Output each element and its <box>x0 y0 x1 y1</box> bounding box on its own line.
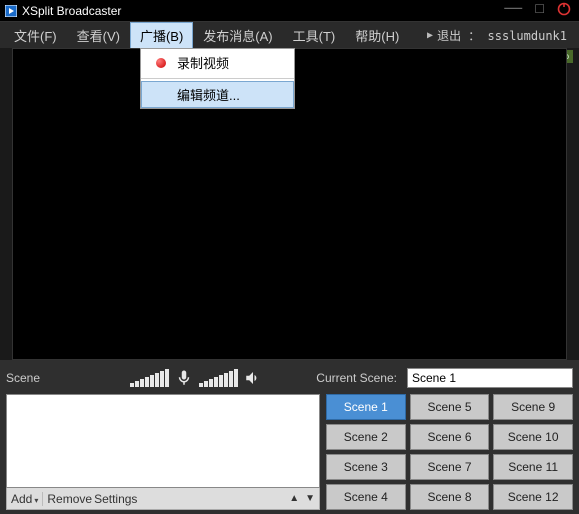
close-button[interactable] <box>557 2 571 19</box>
dropdown-edit-channel[interactable]: 编辑频道... <box>141 81 294 108</box>
titlebar: XSplit Broadcaster — ☐ <box>0 0 579 22</box>
scene-grid: Scene 1 Scene 5 Scene 9 Scene 2 Scene 6 … <box>326 394 573 510</box>
separator <box>42 492 43 506</box>
speaker-icon[interactable] <box>244 369 262 387</box>
menu-view[interactable]: 查看(V) <box>67 22 130 49</box>
dropdown-record-label: 录制视频 <box>177 53 229 72</box>
scene-button-10[interactable]: Scene 10 <box>493 424 573 450</box>
menu-file[interactable]: 文件(F) <box>4 22 67 49</box>
scene-label: Scene <box>6 371 124 385</box>
dropdown-separator <box>141 78 294 79</box>
maximize-button[interactable]: ☐ <box>534 2 545 19</box>
move-up-button[interactable]: ▲ <box>289 493 299 504</box>
scene-button-6[interactable]: Scene 6 <box>410 424 490 450</box>
scene-button-2[interactable]: Scene 2 <box>326 424 406 450</box>
scene-button-12[interactable]: Scene 12 <box>493 484 573 510</box>
window-title: XSplit Broadcaster <box>22 4 504 18</box>
app-icon <box>4 4 18 18</box>
scene-button-3[interactable]: Scene 3 <box>326 454 406 480</box>
record-icon <box>153 55 169 71</box>
menu-help[interactable]: 帮助(H) <box>345 22 409 49</box>
play-icon: ▶ <box>427 30 433 41</box>
menu-exit[interactable]: ▶ 退出 ： ssslumdunk1 <box>419 23 575 48</box>
dropdown-record[interactable]: 录制视频 <box>141 49 294 76</box>
scene-button-5[interactable]: Scene 5 <box>410 394 490 420</box>
reorder-controls: ▲ ▼ <box>289 493 315 504</box>
scene-button-1[interactable]: Scene 1 <box>326 394 406 420</box>
broadcast-dropdown: 录制视频 编辑频道... <box>140 48 295 109</box>
bottom-main: Add▾ Remove Settings ▲ ▼ Scene 1 Scene 5… <box>6 394 573 510</box>
move-down-button[interactable]: ▼ <box>305 493 315 504</box>
scene-button-11[interactable]: Scene 11 <box>493 454 573 480</box>
current-scene-input[interactable] <box>407 368 573 388</box>
remove-button[interactable]: Remove <box>47 492 92 506</box>
exit-label: 退出 ： ssslumdunk1 <box>437 27 567 44</box>
microphone-icon[interactable] <box>175 369 193 387</box>
menu-publish[interactable]: 发布消息(A) <box>193 22 282 49</box>
menubar: 文件(F) 查看(V) 广播(B) 发布消息(A) 工具(T) 帮助(H) ▶ … <box>0 22 579 48</box>
current-scene-label: Current Scene: <box>316 371 401 385</box>
scene-button-8[interactable]: Scene 8 <box>410 484 490 510</box>
dropdown-edit-label: 编辑频道... <box>177 85 240 104</box>
scene-button-7[interactable]: Scene 7 <box>410 454 490 480</box>
scene-sources-list[interactable] <box>6 394 320 488</box>
scene-button-4[interactable]: Scene 4 <box>326 484 406 510</box>
window-controls: — ☐ <box>504 2 579 19</box>
meters-row: Scene Current Scene: <box>6 366 573 390</box>
minimize-button[interactable]: — <box>504 2 522 19</box>
scene-actions-bar: Add▾ Remove Settings ▲ ▼ <box>6 488 320 510</box>
chevron-down-icon: ▾ <box>34 496 38 505</box>
blank-icon <box>153 87 169 103</box>
add-button[interactable]: Add▾ <box>11 492 38 506</box>
bottom-panel: Scene Current Scene: Add▾ Remove Setting… <box>0 360 579 514</box>
scene-sources-column: Add▾ Remove Settings ▲ ▼ <box>6 394 320 510</box>
menu-tools[interactable]: 工具(T) <box>283 22 346 49</box>
speaker-level-meter <box>199 369 238 387</box>
menu-broadcast[interactable]: 广播(B) <box>130 22 193 49</box>
scene-button-9[interactable]: Scene 9 <box>493 394 573 420</box>
mic-level-meter <box>130 369 169 387</box>
settings-button[interactable]: Settings <box>94 492 137 506</box>
